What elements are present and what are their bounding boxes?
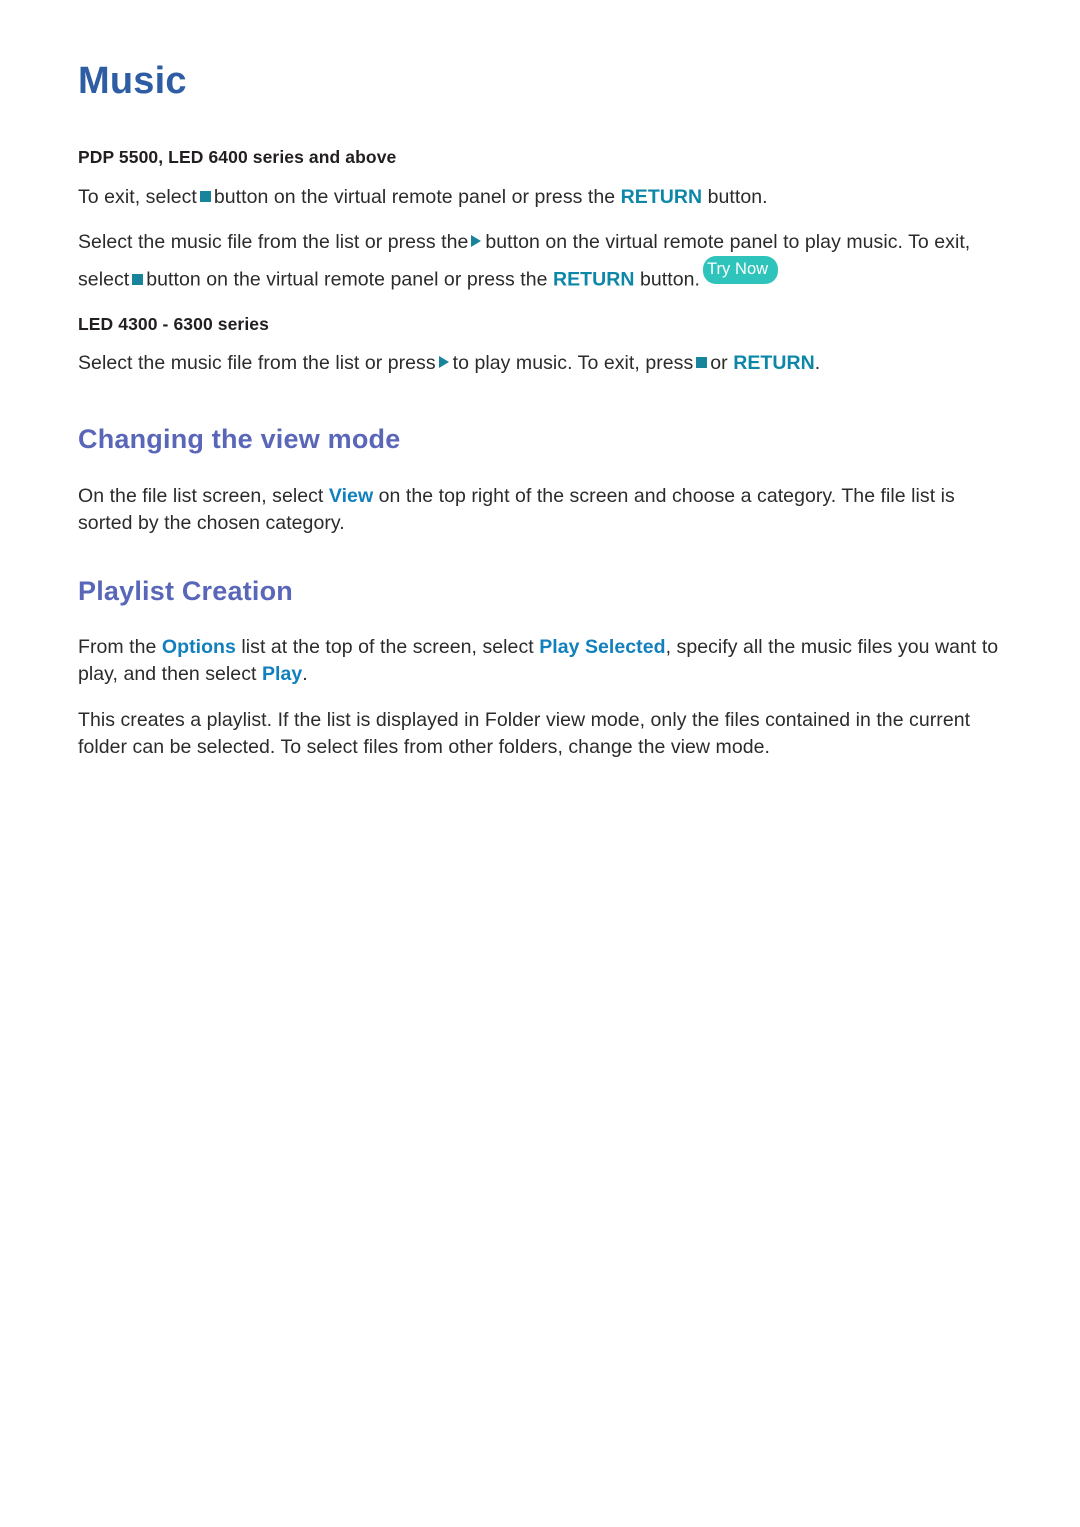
paragraph-text-post: . [814, 352, 821, 375]
led-series-instruction-paragraph: Select the music file from the list or p… [78, 350, 1002, 377]
paragraph-text-post: button. [707, 185, 768, 208]
exit-instruction-paragraph: To exit, select button on the virtual rem… [78, 184, 1002, 211]
paragraph-text-pre: Select the music file from the list or p… [78, 352, 436, 375]
section-heading-view-mode: Changing the view mode [78, 424, 401, 455]
paragraph-text-pre: On the file list screen, select [78, 484, 324, 507]
paragraph-text-mid-1: list at the top of the screen, select [241, 636, 534, 659]
paragraph-text-mid: button on the virtual remote panel or pr… [213, 185, 616, 208]
play-music-instruction-paragraph: Select the music file from the list or p… [78, 229, 1002, 293]
paragraph-text-mid-2: or [710, 352, 728, 375]
keyword-play: Play [261, 663, 303, 686]
stop-square-icon [132, 273, 144, 285]
keyword-view: View [328, 484, 374, 507]
paragraph-text-post: . [302, 663, 308, 686]
paragraph-text-mid-2: button on the virtual remote panel or pr… [146, 268, 548, 291]
keyword-options: Options [161, 636, 236, 659]
stop-square-icon [199, 190, 211, 202]
paragraph-text-pre: Select the music file from the list or p… [78, 231, 469, 254]
paragraph-text-mid-1: to play music. To exit, press [452, 352, 694, 375]
play-triangle-icon [471, 235, 482, 248]
try-now-badge[interactable]: Try Now [702, 256, 779, 284]
view-mode-section: Changing the view mode On the file list … [78, 425, 1002, 537]
model-series-subheading-pdp5500: PDP 5500, LED 6400 series and above [78, 146, 397, 167]
keyword-return: RETURN [733, 352, 815, 375]
playlist-folder-note-paragraph: This creates a playlist. If the list is … [78, 709, 971, 759]
music-section: PDP 5500, LED 6400 series and above To e… [78, 146, 1002, 377]
page-title: Music [78, 60, 187, 102]
section-heading-playlist-creation: Playlist Creation [78, 575, 293, 606]
playlist-creation-paragraph: From the Options list at the top of the … [78, 634, 1002, 688]
keyword-return: RETURN [620, 185, 703, 208]
model-series-subheading-led4300: LED 4300 - 6300 series [78, 313, 269, 334]
paragraph-text-pre: To exit, select [78, 185, 197, 208]
stop-square-icon [696, 357, 708, 369]
playlist-creation-section: Playlist Creation From the Options list … [78, 575, 1002, 761]
keyword-return: RETURN [552, 268, 635, 291]
play-triangle-icon [438, 356, 449, 369]
paragraph-text-post: button. [640, 268, 700, 291]
keyword-play-selected: Play Selected [539, 636, 666, 659]
document-page: Music PDP 5500, LED 6400 series and abov… [0, 0, 1080, 1527]
paragraph-text-pre: From the [78, 636, 157, 659]
view-mode-paragraph: On the file list screen, select View on … [78, 483, 1002, 537]
